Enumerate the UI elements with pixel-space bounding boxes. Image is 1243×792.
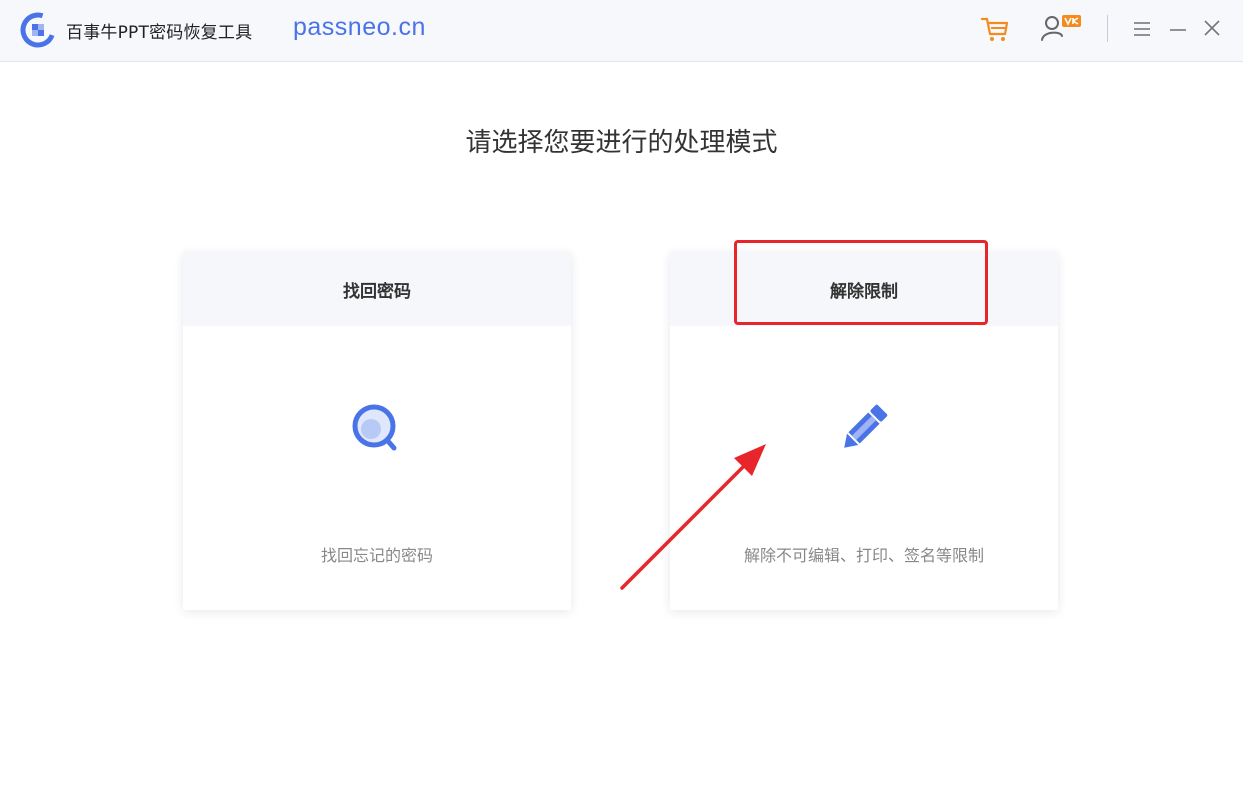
close-icon[interactable] (1202, 18, 1222, 38)
magnifier-icon (352, 404, 397, 451)
toolbar-separator (1107, 15, 1108, 42)
mode-card-recover-password[interactable]: 找回密码 找回忘记的密码 (183, 252, 571, 610)
user-vip-icon[interactable] (1038, 12, 1084, 44)
title-bar: 百事牛PPT密码恢复工具 passneo.cn (0, 0, 1243, 62)
pencil-icon (844, 404, 888, 448)
minimize-icon[interactable] (1168, 19, 1188, 39)
page-heading: 请选择您要进行的处理模式 (465, 128, 778, 158)
annotation-highlight-box (734, 240, 988, 325)
app-title: 百事牛PPT密码恢复工具 (66, 23, 253, 43)
menu-icon[interactable] (1132, 19, 1152, 39)
card-description: 找回忘记的密码 (320, 546, 433, 565)
app-logo-icon (20, 12, 56, 48)
site-link[interactable]: passneo.cn (293, 13, 426, 42)
shopping-cart-icon[interactable] (980, 14, 1010, 44)
card-title: 找回密码 (183, 252, 571, 326)
annotation-arrow-icon (620, 444, 766, 590)
